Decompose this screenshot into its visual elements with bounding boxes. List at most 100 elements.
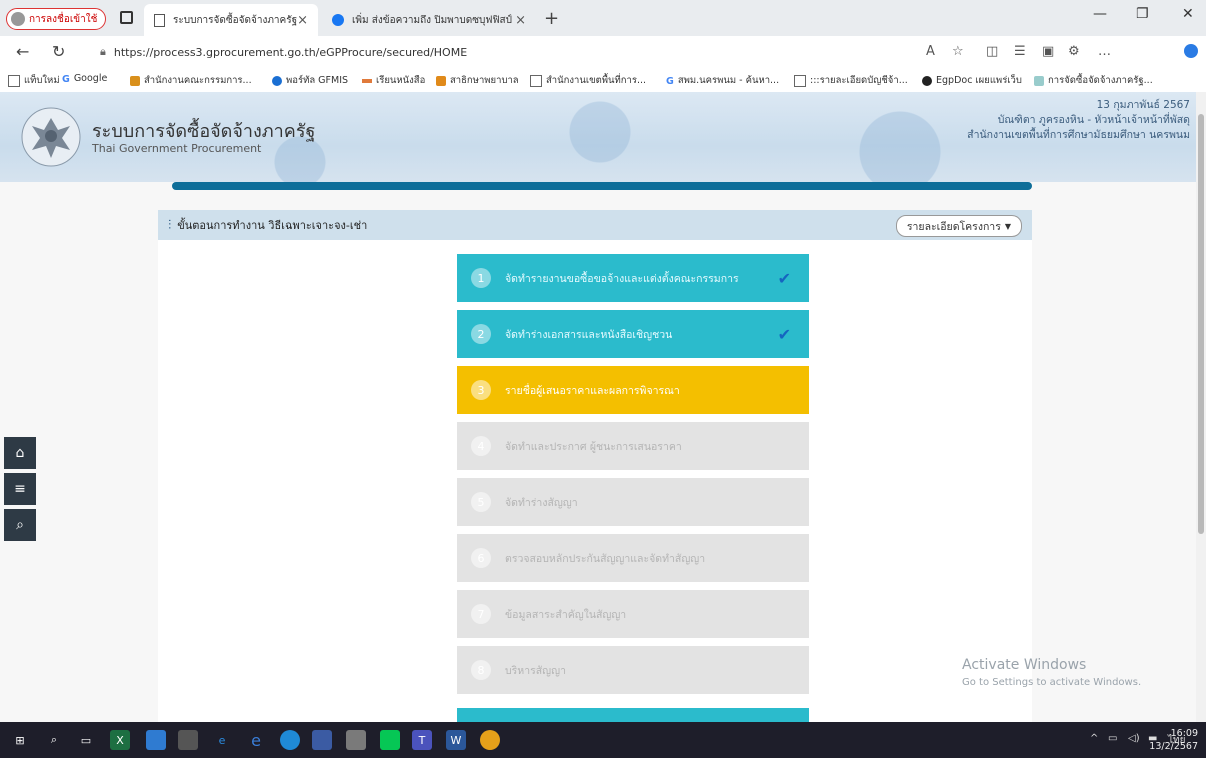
google-icon: G: [62, 73, 70, 85]
google-icon: G: [666, 75, 674, 87]
step-label: จัดทำร่างเอกสารและหนังสือเชิญชวน: [505, 328, 673, 341]
bookmark-account[interactable]: :::รายละเอียดบัญชีจ้า...: [794, 73, 908, 88]
close-tab-icon[interactable]: ×: [297, 13, 308, 28]
bookmark-google[interactable]: G Google: [62, 73, 108, 85]
site-header: ระบบการจัดซื้อจัดจ้างภาครัฐ Thai Governm…: [0, 92, 1196, 182]
page-icon: [8, 74, 20, 87]
address-input[interactable]: 🔒︎ https://process3.gprocurement.go.th/e…: [100, 42, 910, 62]
bookmark-procurement[interactable]: การจัดซื้อจัดจ้างภาครัฐ...: [1034, 73, 1153, 88]
scrollbar-thumb[interactable]: [1198, 114, 1204, 534]
step-7[interactable]: 7 ข้อมูลสาระสำคัญในสัญญา: [457, 590, 809, 638]
site-icon: [130, 75, 140, 86]
profile-button[interactable]: การลงชื่อเข้าใช้: [6, 8, 107, 30]
home-icon[interactable]: ⌂: [4, 437, 36, 469]
step-5[interactable]: 5 จัดทำร่างสัญญา: [457, 478, 809, 526]
split-screen-icon[interactable]: ◫: [986, 44, 998, 59]
bookmark-label: :::รายละเอียดบัญชีจ้า...: [810, 75, 908, 86]
bookmark-label: แท็บใหม่: [24, 75, 60, 86]
bookmark-egpdoc[interactable]: EgpDoc เผยแพร่เว็บ: [922, 73, 1022, 88]
main-content: ⫶ ขั้นตอนการทำงาน วิธีเฉพาะเจาะจง-เช่า ร…: [0, 182, 1196, 722]
step-number: 3: [471, 380, 491, 400]
progress-bar: [172, 182, 1032, 190]
user-name[interactable]: บัณฑิตา ภูครองหิน - หัวหน้าเจ้าหน้าที่พั…: [967, 113, 1190, 128]
volume-icon[interactable]: ◁): [1128, 733, 1140, 744]
bookmark-label: สำนักงานคณะกรรมการ...: [144, 75, 252, 86]
step-number: 5: [471, 492, 491, 512]
bookmark-label: Google: [73, 73, 108, 84]
step-number: 8: [471, 660, 491, 680]
bookmark-study[interactable]: เรียนหนังสือ: [362, 73, 425, 88]
back-icon[interactable]: ←: [16, 42, 29, 61]
bookmark-ocsc[interactable]: สำนักงานคณะกรรมการ...: [130, 73, 252, 88]
read-aloud-icon[interactable]: A: [926, 44, 935, 59]
step-2[interactable]: 2 จัดทำร่างเอกสารและหนังสือเชิญชวน ✔: [457, 310, 809, 358]
bookmark-search[interactable]: G สพม.นครพนม - ค้นหา...: [666, 73, 779, 88]
menu-icon[interactable]: ≡: [4, 473, 36, 505]
bookmark-medical[interactable]: สาธิกษาพยาบาล: [436, 73, 519, 88]
extensions-icon[interactable]: ⚙: [1068, 44, 1080, 59]
tab-actions-icon[interactable]: [120, 11, 133, 24]
teams-icon[interactable]: T: [412, 730, 432, 750]
user-org: สำนักงานเขตพื้นที่การศึกษามัธยมศึกษา นคร…: [967, 129, 1190, 141]
page-scrollbar[interactable]: [1196, 92, 1206, 722]
windows-start-icon[interactable]: ⊞: [10, 730, 30, 750]
address-bar-row: ← ↻ 🔒︎ https://process3.gprocurement.go.…: [0, 36, 1206, 68]
step-label: จัดทำรายงานขอซื้อขอจ้างและแต่งตั้งคณะกรร…: [505, 272, 739, 285]
taskbar-clock[interactable]: 16:09 13/2/2567: [1149, 727, 1198, 753]
user-info: 13 กุมภาพันธ์ 2567 บัณฑิตา ภูครองหิน - ห…: [967, 98, 1190, 143]
store-icon[interactable]: [178, 730, 198, 750]
step-8[interactable]: 8 บริหารสัญญา: [457, 646, 809, 694]
close-tab-icon[interactable]: ×: [515, 13, 526, 28]
restore-icon[interactable]: ❐: [1136, 6, 1149, 22]
step-1[interactable]: 1 จัดทำรายงานขอซื้อขอจ้างและแต่งตั้งคณะก…: [457, 254, 809, 302]
site-icon: [1034, 75, 1044, 86]
internet-explorer-icon[interactable]: e: [212, 730, 232, 750]
bookmark-gfmis[interactable]: พอร์ทัล GFMIS: [272, 73, 348, 88]
app-icon[interactable]: [312, 730, 332, 750]
tray-chevron-icon[interactable]: ^: [1090, 733, 1098, 744]
task-view-icon[interactable]: ▭: [76, 730, 96, 750]
step-label: จัดทำร่างสัญญา: [505, 496, 578, 509]
more-icon[interactable]: …: [1098, 44, 1111, 59]
tab-procurement[interactable]: ระบบการจัดซื้อจัดจ้างภาครัฐ ×: [144, 4, 318, 36]
step-next-partial: [457, 708, 809, 722]
page-icon: [530, 74, 542, 87]
step-6[interactable]: 6 ตรวจสอบหลักประกันสัญญาและจัดทำสัญญา: [457, 534, 809, 582]
watermark-subtitle: Go to Settings to activate Windows.: [962, 677, 1142, 688]
network-icon[interactable]: ▭: [1108, 733, 1117, 744]
new-tab-button[interactable]: +: [544, 8, 559, 29]
panel-header: ⫶ ขั้นตอนการทำงาน วิธีเฉพาะเจาะจง-เช่า ร…: [158, 210, 1032, 240]
chrome-icon[interactable]: [480, 730, 500, 750]
app-icon[interactable]: [146, 730, 166, 750]
word-icon[interactable]: W: [446, 730, 466, 750]
search-icon[interactable]: ⌕: [4, 509, 36, 541]
app-icon[interactable]: [346, 730, 366, 750]
edge-icon[interactable]: [280, 730, 300, 750]
minimize-icon[interactable]: —: [1093, 6, 1107, 22]
line-icon[interactable]: [380, 730, 400, 750]
copilot-icon[interactable]: [1184, 44, 1198, 58]
favorite-star-icon[interactable]: ☆: [952, 44, 964, 59]
check-icon: ✔: [777, 324, 791, 344]
caret-down-icon: ▼: [1004, 221, 1011, 231]
step-3[interactable]: 3 รายชื่อผู้เสนอราคาและผลการพิจารณา: [457, 366, 809, 414]
project-detail-button[interactable]: รายละเอียดโครงการ ▼: [895, 215, 1022, 237]
step-number: 2: [471, 324, 491, 344]
tab-facebook[interactable]: เพิ่ม ส่งข้อความถึง ปิมพาบดซบุฟฟิสป์ ×: [322, 4, 536, 36]
close-window-icon[interactable]: ✕: [1182, 6, 1194, 22]
favorites-icon[interactable]: ☰: [1014, 44, 1026, 59]
ie-icon[interactable]: e: [246, 730, 266, 750]
bookmark-label: สาธิกษาพยาบาล: [450, 75, 519, 86]
bookmark-district[interactable]: สำนักงานเขตพื้นที่การ...: [530, 73, 646, 88]
clock-time: 16:09: [1170, 728, 1198, 739]
current-date: 13 กุมภาพันธ์ 2567: [1096, 99, 1190, 111]
search-icon[interactable]: ⌕: [44, 730, 64, 750]
refresh-icon[interactable]: ↻: [52, 42, 65, 61]
step-label: ข้อมูลสาระสำคัญในสัญญา: [505, 608, 627, 621]
collections-icon[interactable]: ▣: [1042, 44, 1054, 59]
bookmarks-bar: แท็บใหม่ G Google สำนักงานคณะกรรมการ... พ…: [0, 68, 1206, 93]
excel-icon[interactable]: X: [110, 730, 130, 750]
step-4[interactable]: 4 จัดทำและประกาศ ผู้ชนะการเสนอราคา: [457, 422, 809, 470]
bookmark-new-tab[interactable]: แท็บใหม่: [8, 73, 60, 88]
bookmark-label: สำนักงานเขตพื้นที่การ...: [546, 75, 647, 86]
